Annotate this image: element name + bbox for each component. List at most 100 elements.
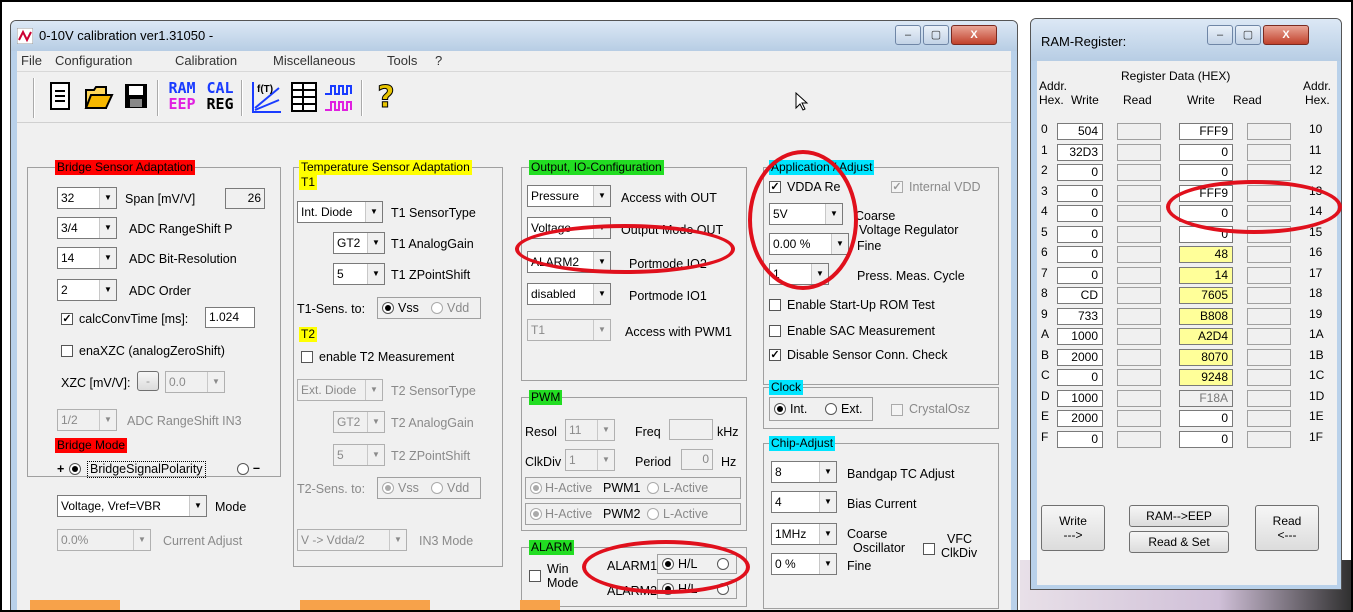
menu-tools[interactable]: Tools [387,53,417,68]
minimize-button[interactable]: – [895,25,921,45]
alarm2-alt-radio[interactable] [717,583,729,595]
sac-checkbox[interactable] [769,325,781,337]
t2-enable-checkbox[interactable] [301,351,313,363]
ram-eep-icon[interactable]: RAM EEP [165,80,199,116]
alarm1-alt-radio[interactable] [717,558,729,570]
output-mode-select[interactable]: Voltage ▼ [527,217,611,239]
access-pwm1-select[interactable]: T1 ▼ [527,319,611,341]
ram-minimize-button[interactable]: – [1207,25,1233,45]
vreg-fine-select[interactable]: 0.00 % ▼ [769,233,849,255]
ram-write-cell[interactable]: 9248 [1179,369,1233,386]
rom-test-checkbox[interactable] [769,299,781,311]
adc-bitres-select[interactable]: 14 ▼ [57,247,117,269]
bridge-mode-select[interactable]: Voltage, Vref=VBR ▼ [57,495,207,517]
polarity-minus-radio[interactable] [237,463,249,475]
pwm1-hactive-radio[interactable] [530,482,542,494]
calcconvtime-checkbox[interactable]: ✓ [61,313,73,325]
ram-write-cell[interactable]: 48 [1179,246,1233,263]
ram-write-cell[interactable]: 0 [1057,164,1103,181]
bandgap-select[interactable]: 8 ▼ [771,461,837,483]
ram-write-cell[interactable]: 32D3 [1057,144,1103,161]
ram-write-cell[interactable]: 7605 [1179,287,1233,304]
vreg-coarse-select[interactable]: 5V ▼ [769,203,843,225]
osc-coarse-select[interactable]: 1MHz ▼ [771,523,837,545]
crystal-osz-checkbox[interactable] [891,404,903,416]
alarm-win-mode-checkbox[interactable] [529,570,541,582]
ram-write-cell[interactable]: 0 [1057,267,1103,284]
ram-write-cell[interactable]: 0 [1057,431,1103,448]
ram-write-cell[interactable]: 2000 [1057,349,1103,366]
enaxzc-checkbox[interactable] [61,345,73,357]
menu-calibration[interactable]: Calibration [175,53,237,68]
cal-reg-icon[interactable]: CAL REG [203,80,237,116]
in3-mode-select[interactable]: V -> Vdda/2 ▼ [297,529,407,551]
xzc-value-select[interactable]: 0.0 ▼ [165,371,225,393]
ram-write-cell[interactable]: FFF9 [1179,123,1233,140]
ram-write-cell[interactable]: 0 [1179,144,1233,161]
ram-write-cell[interactable]: 8070 [1179,349,1233,366]
ram-maximize-button[interactable]: ▢ [1235,25,1261,45]
ram-write-cell[interactable]: A2D4 [1179,328,1233,345]
clock-ext-radio[interactable] [825,403,837,415]
ram-write-cell[interactable]: 0 [1179,431,1233,448]
pwm2-lactive-radio[interactable] [647,508,659,520]
table-icon[interactable] [287,80,321,116]
t1-vss-radio[interactable] [382,302,394,314]
pwm-signal-icon[interactable] [323,80,357,116]
conn-check-checkbox[interactable]: ✓ [769,349,781,361]
ram-write-cell[interactable]: 0 [1057,369,1103,386]
ram-title-bar[interactable]: RAM-Register: – ▢ X [1031,19,1341,61]
pwm2-hactive-radio[interactable] [530,508,542,520]
ram-write-cell[interactable]: 0 [1179,164,1233,181]
xzc-sign-button[interactable]: - [137,371,159,391]
temperature-function-icon[interactable]: f(T) [249,80,283,116]
menu-miscellaneous[interactable]: Miscellaneous [273,53,355,68]
t2-analoggain-select[interactable]: GT2 ▼ [333,411,385,433]
adc-rangeshift-select[interactable]: 3/4 ▼ [57,217,117,239]
ram-write-cell[interactable]: CD [1057,287,1103,304]
vdda-checkbox[interactable]: ✓ [769,181,781,193]
pwm-resol-select[interactable]: 11 ▼ [565,419,615,441]
ram-read-button[interactable]: Read <--- [1255,505,1319,551]
open-file-icon[interactable] [81,80,115,116]
read-and-set-button[interactable]: Read & Set [1129,531,1229,553]
clock-int-radio[interactable] [774,403,786,415]
menu-help[interactable]: ? [435,53,442,68]
t2-zpointshift-select[interactable]: 5 ▼ [333,444,385,466]
ram-write-cell[interactable]: 14 [1179,267,1233,284]
ram-write-cell[interactable]: 0 [1057,185,1103,202]
calcconvtime-input[interactable]: 1.024 [205,307,255,328]
t2-sensortype-select[interactable]: Ext. Diode ▼ [297,379,383,401]
ram-write-button[interactable]: Write ---> [1041,505,1105,551]
pwm-period-field[interactable]: 0 [681,449,713,470]
press-meas-cycle-select[interactable]: 1 ▼ [769,263,829,285]
osc-fine-select[interactable]: 0 % ▼ [771,553,837,575]
t2-vss-radio[interactable] [382,482,394,494]
t2-vdd-radio[interactable] [431,482,443,494]
new-document-icon[interactable] [43,80,77,116]
menu-configuration[interactable]: Configuration [55,53,132,68]
current-adjust-select[interactable]: 0.0% ▼ [57,529,151,551]
ram-write-cell[interactable]: 1000 [1057,390,1103,407]
polarity-plus-radio[interactable] [69,463,81,475]
ram-write-cell[interactable]: 0 [1179,410,1233,427]
save-icon[interactable] [119,80,153,116]
pwm-clkdiv-select[interactable]: 1 ▼ [565,449,615,471]
ram-write-cell[interactable]: B808 [1179,308,1233,325]
span-select[interactable]: 32 ▼ [57,187,117,209]
ram-write-cell[interactable]: 0 [1179,205,1233,222]
t1-analoggain-select[interactable]: GT2 ▼ [333,232,385,254]
adc-rangeshift-in3-select[interactable]: 1/2 ▼ [57,409,117,431]
alarm1-hl-radio[interactable] [662,558,674,570]
portmode-io2-select[interactable]: ALARM2 ▼ [527,251,611,273]
ram-write-cell[interactable]: 0 [1179,226,1233,243]
t1-sensortype-select[interactable]: Int. Diode ▼ [297,201,383,223]
portmode-io1-select[interactable]: disabled ▼ [527,283,611,305]
close-button[interactable]: X [951,25,997,45]
internal-vdd-checkbox[interactable]: ✓ [891,181,903,193]
maximize-button[interactable]: ▢ [923,25,949,45]
ram-write-cell[interactable]: 0 [1057,226,1103,243]
ram-write-cell[interactable]: 0 [1057,205,1103,222]
ram-to-eep-button[interactable]: RAM-->EEP [1129,505,1229,527]
t1-vdd-radio[interactable] [431,302,443,314]
